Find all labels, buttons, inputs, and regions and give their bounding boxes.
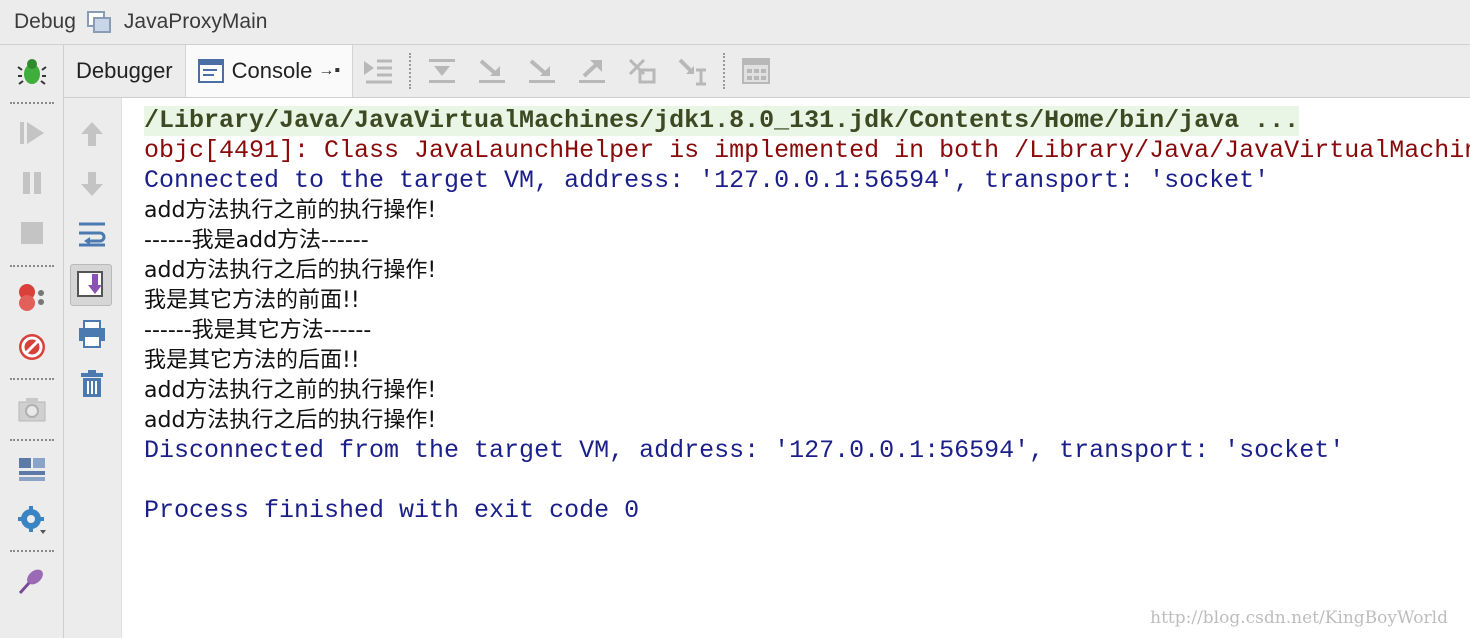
debug-left-toolbar — [0, 45, 64, 638]
console-output[interactable]: /Library/Java/JavaVirtualMachines/jdk1.8… — [122, 98, 1470, 638]
divider — [10, 378, 54, 380]
console-line: add方法执行之后的执行操作! — [144, 408, 437, 433]
breakpoints-icon[interactable] — [14, 279, 50, 315]
tab-debugger-label: Debugger — [76, 58, 173, 83]
console-line: 我是其它方法的前面!! — [144, 288, 360, 313]
run-config-icon — [86, 10, 114, 34]
console-line: ------我是其它方法------ — [144, 318, 372, 343]
divider — [10, 265, 54, 267]
debug-title: Debug — [14, 10, 76, 33]
down-arrow-icon[interactable] — [74, 166, 110, 202]
settings-icon[interactable] — [14, 502, 50, 538]
console-line: add方法执行之后的执行操作! — [144, 258, 437, 283]
bug-icon[interactable] — [14, 54, 50, 90]
resume-icon[interactable] — [14, 115, 50, 151]
divider — [10, 550, 54, 552]
console-line: Connected to the target VM, address: '12… — [144, 166, 1270, 195]
tab-console[interactable]: Console →▪ — [184, 45, 354, 97]
stop-icon[interactable] — [14, 215, 50, 251]
pin-icon[interactable] — [14, 563, 50, 599]
console-line: add方法执行之前的执行操作! — [144, 198, 437, 223]
step-into-icon[interactable] — [475, 54, 509, 88]
layout-icon[interactable] — [14, 452, 50, 488]
divider — [10, 439, 54, 441]
run-config-name: JavaProxyMain — [123, 10, 268, 33]
console-line: Process finished with exit code 0 — [144, 496, 640, 525]
console-line[interactable]: /Library/Java/JavaVirtualMachines/jdk1.8… — [144, 106, 1300, 136]
divider — [10, 102, 54, 104]
restore-layout-icon[interactable]: →▪ — [318, 62, 340, 80]
show-execution-point-icon[interactable] — [361, 54, 395, 88]
title-bar: Debug JavaProxyMain — [0, 0, 1470, 45]
console-line: objc[4491]: Class JavaLaunchHelper is im… — [144, 136, 1470, 165]
pause-icon[interactable] — [14, 165, 50, 201]
up-arrow-icon[interactable] — [74, 116, 110, 152]
watermark: http://blog.csdn.net/KingBoyWorld — [1150, 608, 1448, 628]
evaluate-icon[interactable] — [739, 54, 773, 88]
toolbar-divider — [409, 53, 412, 89]
console-line: ------我是add方法------ — [144, 228, 369, 253]
soft-wrap-icon[interactable] — [74, 216, 110, 252]
tab-console-label: Console — [231, 58, 313, 83]
print-icon[interactable] — [74, 316, 110, 352]
run-to-cursor-icon[interactable] — [675, 54, 709, 88]
console-line: add方法执行之前的执行操作! — [144, 378, 437, 403]
tab-debugger[interactable]: Debugger — [64, 45, 185, 97]
console-side-toolbar — [64, 98, 122, 638]
scroll-to-end-icon[interactable] — [70, 264, 112, 306]
force-step-into-icon[interactable] — [525, 54, 559, 88]
console-line: 我是其它方法的后面!! — [144, 348, 360, 373]
clear-icon[interactable] — [74, 366, 110, 402]
mute-breakpoints-icon[interactable] — [14, 329, 50, 365]
camera-icon[interactable] — [14, 391, 50, 427]
toolbar-divider — [723, 53, 726, 89]
drop-frame-icon[interactable] — [625, 54, 659, 88]
console-icon — [197, 59, 224, 83]
console-line: Disconnected from the target VM, address… — [144, 436, 1345, 465]
step-over-icon[interactable] — [425, 54, 459, 88]
debug-toolbar: Debugger Console →▪ — [64, 45, 1470, 98]
step-out-icon[interactable] — [575, 54, 609, 88]
